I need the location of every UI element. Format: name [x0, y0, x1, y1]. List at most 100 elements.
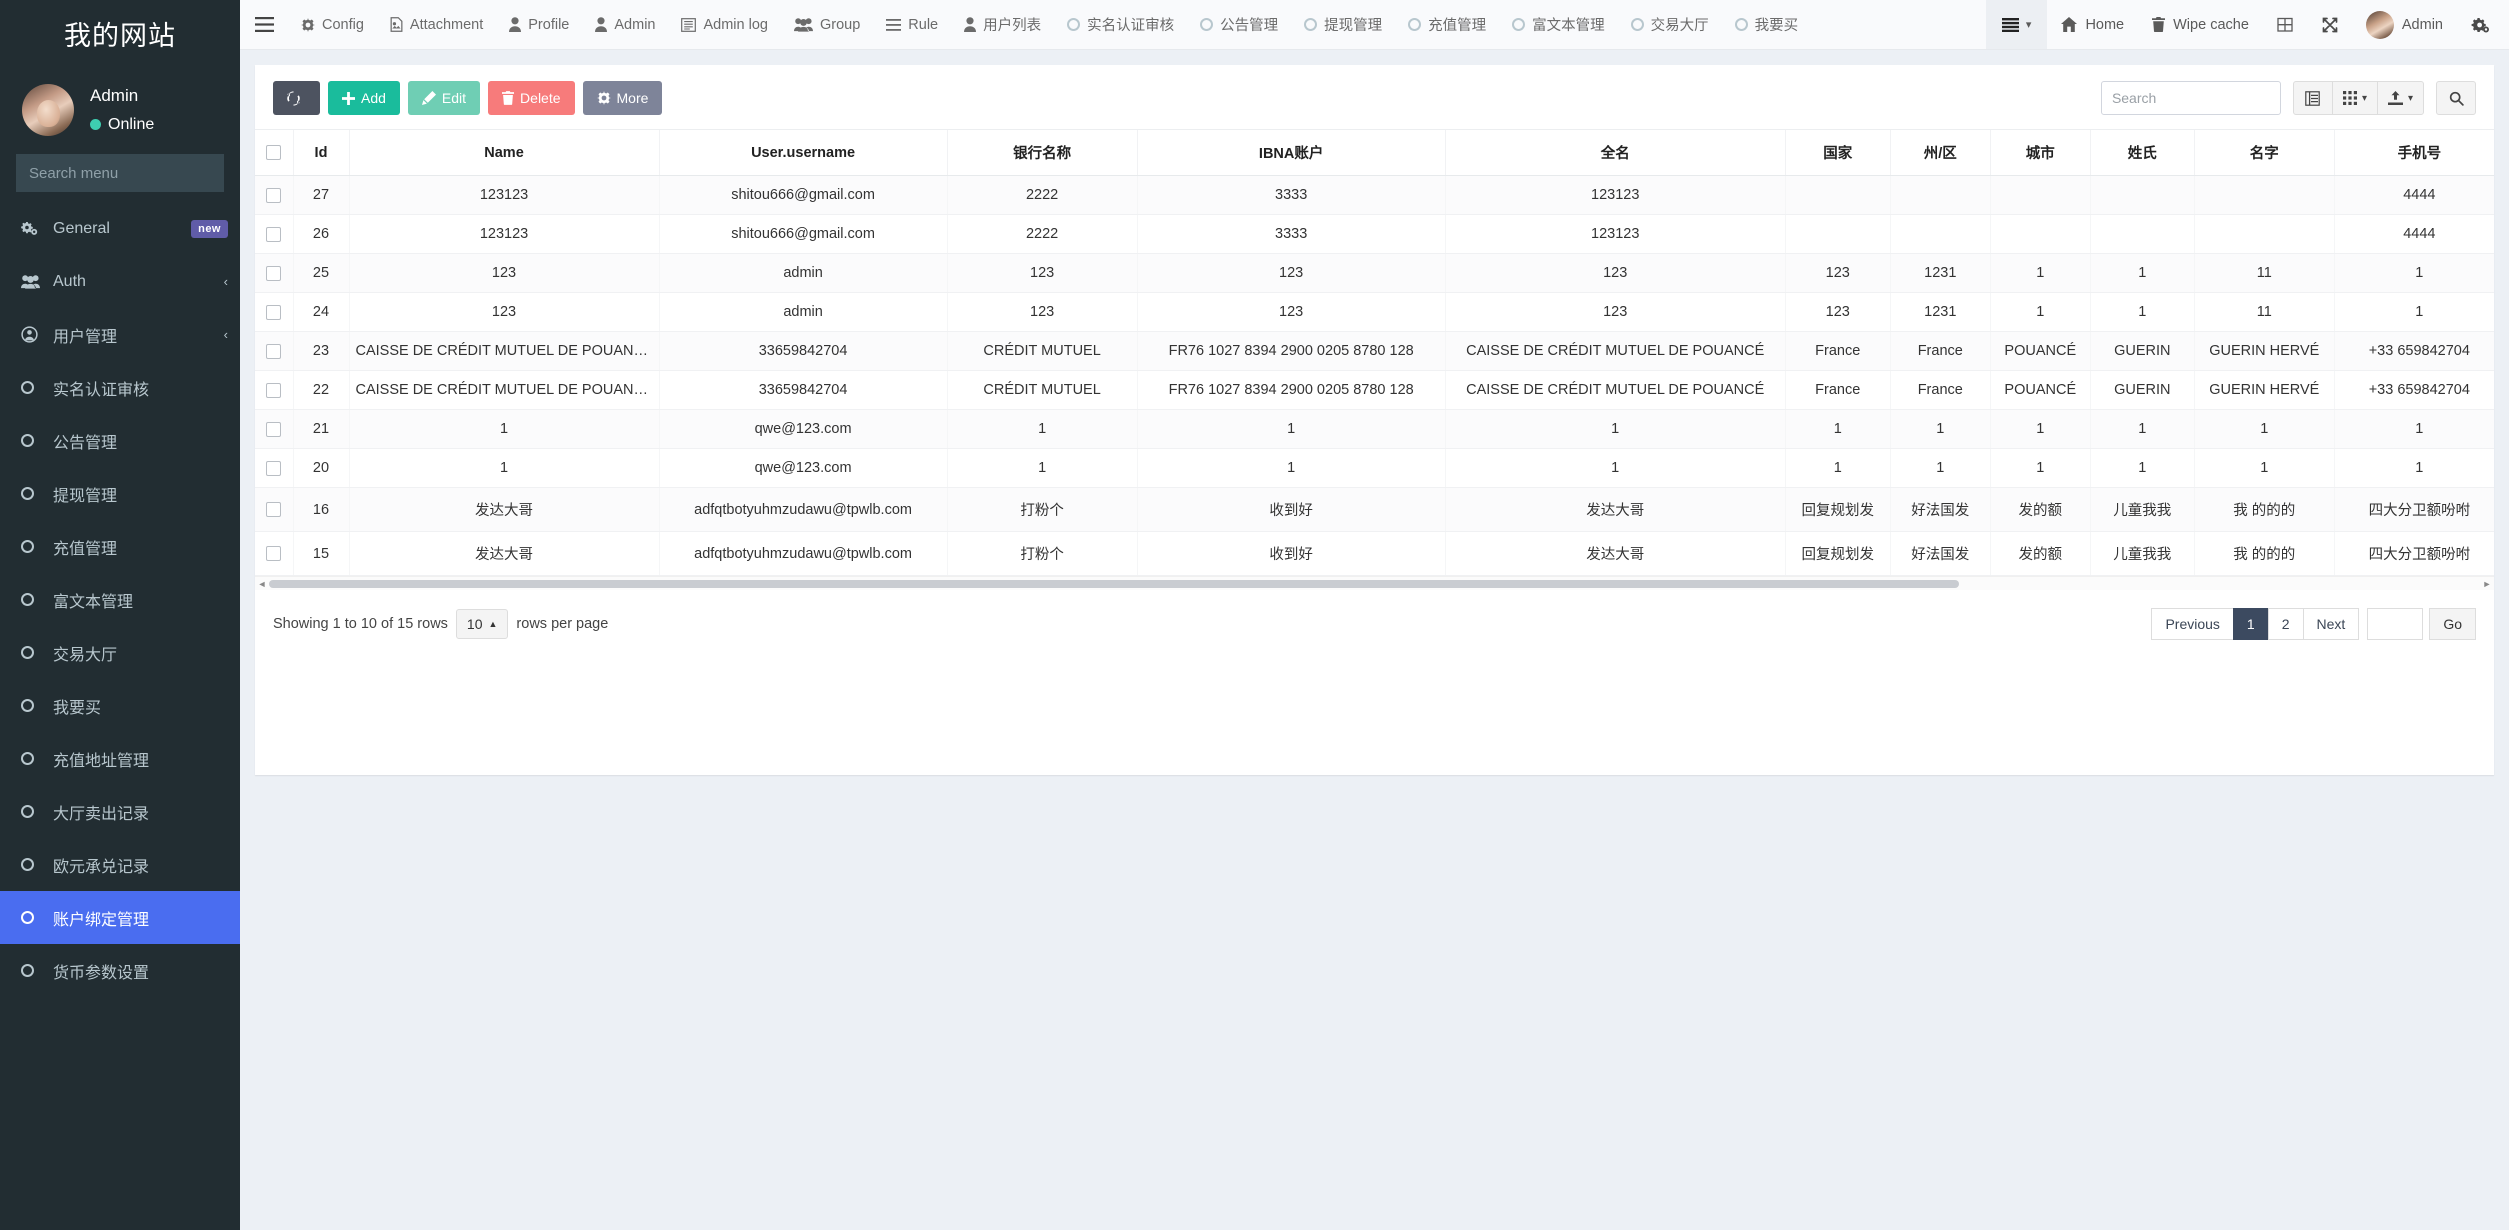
table-row[interactable]: 25 123 admin 123 123 123 123 1231 1 1 11 1	[255, 253, 2494, 293]
nav-more-button[interactable]: ▾	[1985, 0, 2048, 49]
nav-tab-5[interactable]: Group	[781, 0, 873, 49]
hamburger-icon[interactable]	[240, 0, 288, 49]
nav-tab-14[interactable]: 我要买	[1722, 0, 1812, 49]
nav-tab-8[interactable]: 实名认证审核	[1054, 0, 1187, 49]
nav-tab-2[interactable]: Profile	[496, 0, 582, 49]
sidebar-item-0[interactable]: General new	[0, 202, 240, 255]
table-row[interactable]: 24 123 admin 123 123 123 123 1231 1 1 11 1	[255, 292, 2494, 332]
sidebar-item-3[interactable]: 实名认证审核	[0, 361, 240, 414]
row-checkbox[interactable]	[266, 343, 282, 359]
sidebar-item-7[interactable]: 富文本管理	[0, 573, 240, 626]
nav-tab-7[interactable]: 用户列表	[951, 0, 1054, 49]
row-checkbox[interactable]	[266, 304, 282, 320]
row-checkbox-cell[interactable]	[255, 253, 294, 293]
sidebar-item-12[interactable]: 欧元承兑记录	[0, 838, 240, 891]
pagination-previous[interactable]: Previous	[2151, 608, 2234, 640]
menu-search-input[interactable]	[17, 164, 240, 182]
sidebar-item-5[interactable]: 提现管理	[0, 467, 240, 520]
table-row[interactable]: 27 123123 shitou666@gmail.com 2222 3333 12312…	[255, 175, 2494, 215]
table-row[interactable]: 22 CAISSE DE CRÉDIT MUTUEL DE POUANCÉ 3365…	[255, 370, 2494, 410]
export-button[interactable]: ▾	[2376, 81, 2424, 115]
search-input[interactable]	[2100, 81, 2281, 115]
nav-fullscreen-button[interactable]	[2308, 0, 2352, 49]
horizontal-scrollbar[interactable]: ◄ ►	[255, 576, 2494, 590]
edit-button[interactable]: Edit	[407, 81, 481, 115]
more-button[interactable]: More	[582, 81, 663, 115]
nav-wipe-cache-button[interactable]: Wipe cache	[2138, 0, 2263, 49]
row-checkbox-cell[interactable]	[255, 448, 294, 488]
sidebar-item-10[interactable]: 充值地址管理	[0, 732, 240, 785]
pagination-page-2[interactable]: 2	[2267, 608, 2304, 640]
nav-tab-11[interactable]: 充值管理	[1395, 0, 1499, 49]
nav-language-button[interactable]	[2263, 0, 2308, 49]
row-checkbox[interactable]	[266, 460, 282, 476]
sidebar-item-14[interactable]: 货币参数设置	[0, 944, 240, 997]
refresh-button[interactable]	[273, 81, 320, 115]
bars-icon	[886, 18, 902, 31]
sidebar-item-2[interactable]: 用户管理 ‹	[0, 308, 240, 361]
cell-state: 1	[1890, 409, 1991, 449]
row-checkbox-cell[interactable]	[255, 409, 294, 449]
row-checkbox-cell[interactable]	[255, 292, 294, 332]
row-checkbox-cell[interactable]	[255, 175, 294, 215]
goto-page-button[interactable]: Go	[2429, 608, 2476, 640]
sidebar-item-6[interactable]: 充值管理	[0, 520, 240, 573]
select-all-checkbox-cell[interactable]	[255, 130, 294, 176]
row-checkbox[interactable]	[266, 421, 282, 437]
table-row[interactable]: 26 123123 shitou666@gmail.com 2222 3333 12312…	[255, 214, 2494, 254]
nav-tab-12[interactable]: 富文本管理	[1499, 0, 1618, 49]
sidebar-item-11[interactable]: 大厅卖出记录	[0, 785, 240, 838]
table-row[interactable]: 20 1 qwe@123.com 1 1 1 1 1 1 1 1 1	[255, 448, 2494, 488]
cell-ibna: 3333	[1137, 214, 1446, 254]
sidebar-item-8[interactable]: 交易大厅	[0, 626, 240, 679]
cell-id: 20	[293, 448, 350, 488]
nav-tab-4[interactable]: Admin log	[668, 0, 780, 49]
table-row[interactable]: 21 1 qwe@123.com 1 1 1 1 1 1 1 1 1	[255, 409, 2494, 449]
pagination-next[interactable]: Next	[2302, 608, 2360, 640]
sidebar-item-1[interactable]: Auth ‹	[0, 255, 240, 308]
row-checkbox-cell[interactable]	[255, 487, 294, 532]
add-button[interactable]: Add	[328, 81, 400, 115]
nav-tab-6[interactable]: Rule	[873, 0, 951, 49]
select-all-checkbox[interactable]	[266, 145, 282, 161]
row-checkbox[interactable]	[266, 546, 282, 562]
sidebar-item-4[interactable]: 公告管理	[0, 414, 240, 467]
pagination-page-1[interactable]: 1	[2232, 608, 2269, 640]
nav-tab-13[interactable]: 交易大厅	[1618, 0, 1722, 49]
grid-toggle-button[interactable]: ▾	[2331, 81, 2378, 115]
rows-per-page-select[interactable]: 10 ▲	[455, 609, 509, 639]
nav-tab-1[interactable]: Attachment	[377, 0, 496, 49]
cell-firstname: GUERIN HERVÉ	[2194, 370, 2335, 410]
nav-user-menu[interactable]: Admin	[2352, 0, 2457, 49]
sidebar-item-label: 账户绑定管理	[53, 911, 150, 929]
row-checkbox[interactable]	[266, 187, 282, 203]
nav-tab-3[interactable]: Admin	[582, 0, 668, 49]
scrollbar-track[interactable]	[269, 579, 2480, 588]
row-checkbox[interactable]	[266, 382, 282, 398]
row-checkbox-cell[interactable]	[255, 370, 294, 410]
sidebar-item-9[interactable]: 我要买	[0, 679, 240, 732]
row-checkbox-cell[interactable]	[255, 531, 294, 576]
delete-button[interactable]: Delete	[488, 81, 575, 115]
scroll-left-arrow[interactable]: ◄	[255, 579, 269, 589]
row-checkbox[interactable]	[266, 265, 282, 281]
row-checkbox[interactable]	[266, 502, 282, 518]
nav-tab-9[interactable]: 公告管理	[1187, 0, 1291, 49]
sidebar-item-13[interactable]: 账户绑定管理	[0, 891, 240, 944]
table-row[interactable]: 16 发达大哥 adfqtbotyuhmzudawu@tpwlb.com 打粉个 收到好…	[255, 487, 2494, 532]
scrollbar-thumb[interactable]	[269, 579, 1959, 588]
nav-tab-10[interactable]: 提现管理	[1291, 0, 1395, 49]
table-row[interactable]: 23 CAISSE DE CRÉDIT MUTUEL DE POUANCÉ 3365…	[255, 331, 2494, 371]
search-button[interactable]	[2436, 81, 2476, 115]
cell-firstname	[2194, 214, 2335, 254]
table-row[interactable]: 15 发达大哥 adfqtbotyuhmzudawu@tpwlb.com 打粉个 收到好…	[255, 531, 2494, 576]
nav-tab-0[interactable]: Config	[288, 0, 377, 49]
row-checkbox-cell[interactable]	[255, 214, 294, 254]
nav-settings-button[interactable]	[2457, 0, 2509, 49]
columns-toggle-button[interactable]	[2292, 81, 2333, 115]
row-checkbox-cell[interactable]	[255, 331, 294, 371]
scroll-right-arrow[interactable]: ►	[2480, 579, 2494, 589]
nav-home-button[interactable]: Home	[2047, 0, 2138, 49]
goto-page-input[interactable]	[2367, 608, 2424, 640]
row-checkbox[interactable]	[266, 226, 282, 242]
